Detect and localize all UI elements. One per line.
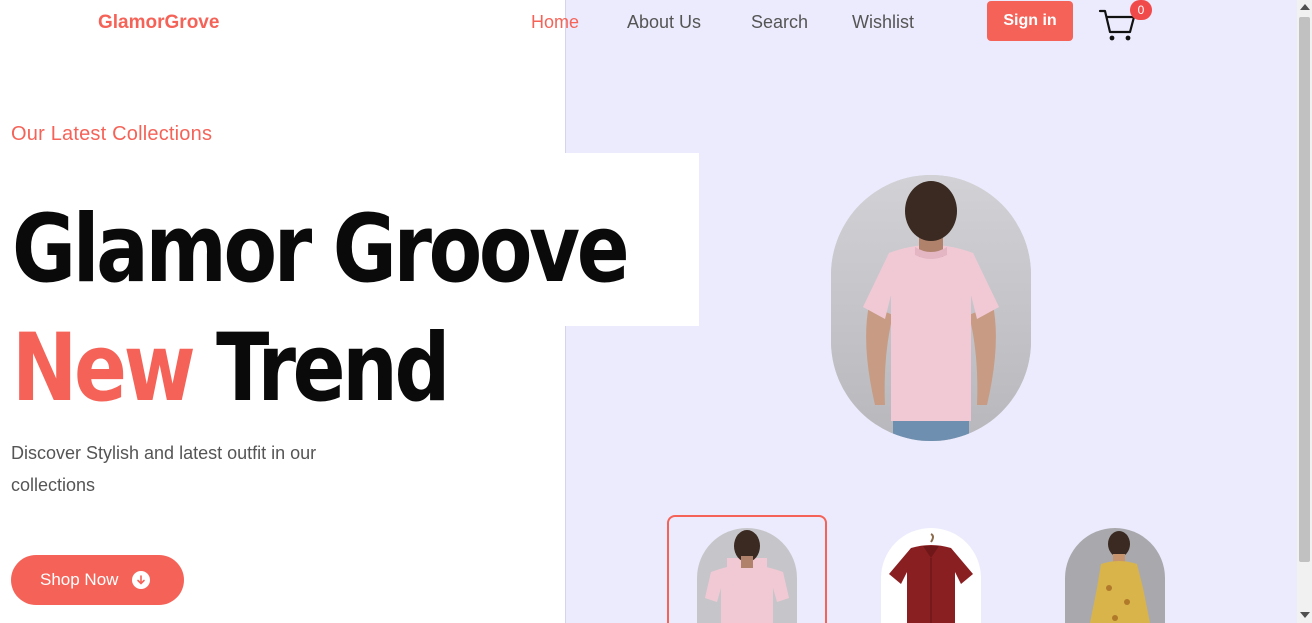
thumbnail-pink-polo[interactable] [697,528,797,623]
brand-logo[interactable]: GlamorGrove [98,12,219,34]
thumbnail-yellow-dress[interactable] [1065,528,1165,623]
hero-title-trend-word: Trend [216,314,450,423]
scrollbar-thumb[interactable] [1299,17,1310,562]
nav-link-search[interactable]: Search [751,12,808,33]
cart-count-badge: 0 [1130,0,1152,20]
arrow-down-circle-icon [132,571,151,589]
scroll-down-arrow-icon[interactable] [1300,612,1310,618]
thumbnail-red-shirt[interactable] [881,528,981,623]
hero-subtitle: Our Latest Collections [11,123,213,145]
hero-title-accent-word: New [12,314,196,423]
sign-in-button[interactable]: Sign in [987,1,1073,41]
hero-title-line1: Glamor Groove [12,195,630,304]
shop-now-button[interactable]: Shop Now [11,555,184,605]
navbar: GlamorGrove Home About Us Search Wishlis… [0,0,1297,46]
scroll-up-arrow-icon[interactable] [1300,4,1310,10]
main-product-image [831,175,1031,441]
hero-description: Discover Stylish and latest outfit in ou… [11,443,317,495]
nav-link-about-us[interactable]: About Us [627,12,701,33]
nav-link-home[interactable]: Home [531,12,579,33]
hero-title-line2: New Trend [12,322,450,416]
nav-link-wishlist[interactable]: Wishlist [852,12,914,33]
shop-now-label: Shop Now [40,570,119,589]
